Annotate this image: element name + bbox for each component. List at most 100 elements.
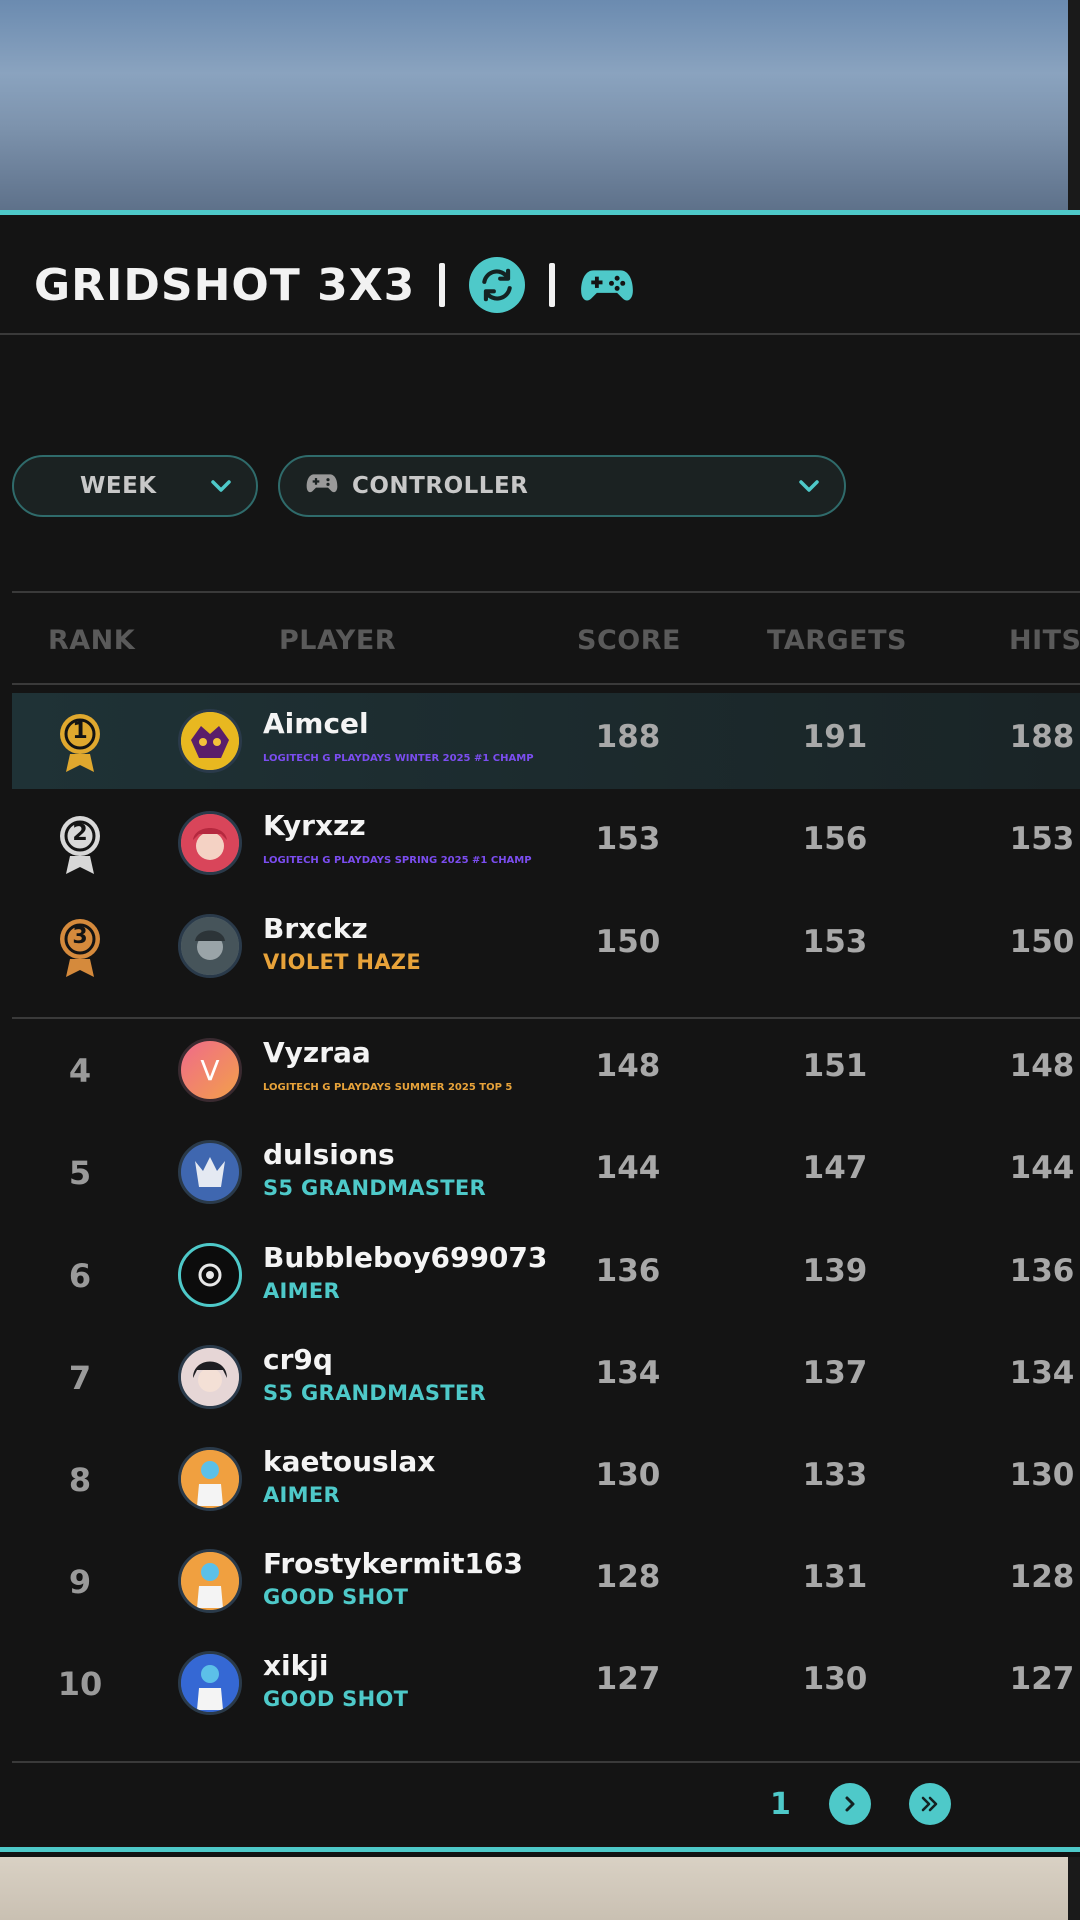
avatar[interactable]	[178, 811, 242, 875]
rank-number: 2	[72, 821, 88, 846]
hits-value: 150	[1009, 924, 1075, 960]
gamepad-icon	[306, 471, 338, 501]
targets-value: 130	[802, 1661, 868, 1697]
avatar[interactable]	[178, 1651, 242, 1715]
background-edge	[1068, 0, 1080, 210]
hits-value: 153	[1009, 821, 1075, 857]
avatar[interactable]	[178, 914, 242, 978]
player-name[interactable]: Brxckz	[263, 912, 368, 945]
bronze-medal-icon: 3	[50, 912, 110, 982]
targets-value: 147	[802, 1150, 868, 1186]
rank-number: 1	[72, 719, 88, 744]
rank-number: 10	[57, 1665, 103, 1703]
avatar[interactable]: V	[178, 1038, 242, 1102]
player-title: GOOD SHOT	[263, 1585, 409, 1609]
targets-value: 153	[802, 924, 868, 960]
current-page[interactable]: 1	[770, 1787, 791, 1822]
rank-number: 5	[68, 1154, 92, 1192]
score-value: 188	[595, 719, 661, 755]
player-name[interactable]: kaetouslax	[263, 1445, 435, 1478]
player-name[interactable]: Bubbleboy699073	[263, 1241, 547, 1274]
rank-number: 7	[68, 1359, 92, 1397]
table-row[interactable]: 7 cr9q S5 GRANDMASTER 134 137 134	[12, 1329, 1080, 1425]
table-bottom-divider	[12, 1761, 1080, 1763]
rank-number: 9	[68, 1563, 92, 1601]
hits-value: 130	[1009, 1457, 1075, 1493]
rank-number: 4	[68, 1052, 92, 1090]
score-value: 134	[595, 1355, 661, 1391]
column-header-targets: TARGETS	[767, 625, 907, 656]
gold-medal-icon: 1	[50, 707, 110, 777]
input-type-dropdown[interactable]: CONTROLLER	[278, 455, 846, 517]
last-page-button[interactable]	[908, 1783, 951, 1825]
table-header: RANK PLAYER SCORE TARGETS HITS	[0, 615, 1080, 665]
avatar[interactable]	[178, 1345, 242, 1409]
chevron-right-icon	[845, 1796, 855, 1812]
hits-value: 144	[1009, 1150, 1075, 1186]
score-value: 148	[595, 1048, 661, 1084]
avatar[interactable]	[178, 709, 242, 773]
gamepad-icon[interactable]	[579, 257, 635, 313]
avatar[interactable]	[178, 1140, 242, 1204]
title-separator	[439, 263, 446, 307]
score-value: 128	[595, 1559, 661, 1595]
rank-number: 3	[72, 924, 88, 949]
table-row[interactable]: 8 kaetouslax AIMER 130 133 130	[12, 1431, 1080, 1527]
table-row[interactable]: 1 Aimcel LOGITECH G PLAYDAYS WINTER 2025…	[12, 693, 1080, 789]
avatar[interactable]	[178, 1549, 242, 1613]
next-page-button[interactable]	[828, 1783, 871, 1825]
player-name[interactable]: Frostykermit163	[263, 1547, 523, 1580]
table-row[interactable]: 10 xikji GOOD SHOT 127 130 127	[12, 1635, 1080, 1731]
score-value: 127	[595, 1661, 661, 1697]
column-header-score: SCORE	[577, 625, 681, 656]
player-name[interactable]: Aimcel	[263, 707, 369, 740]
table-header-divider	[12, 683, 1080, 685]
title-separator	[549, 263, 556, 307]
column-header-player: PLAYER	[279, 625, 397, 656]
player-name[interactable]: Vyzraa	[263, 1036, 371, 1069]
rank-number: 8	[68, 1461, 92, 1499]
hits-value: 148	[1009, 1048, 1075, 1084]
avatar-initial-icon: V	[200, 1053, 220, 1087]
player-name[interactable]: Kyrxzz	[263, 809, 366, 842]
hits-value: 127	[1009, 1661, 1075, 1697]
player-title: AIMER	[263, 1279, 340, 1303]
period-dropdown[interactable]: WEEK	[12, 455, 258, 517]
score-value: 130	[595, 1457, 661, 1493]
player-title: LOGITECH G PLAYDAYS SUMMER 2025 TOP 5	[263, 1082, 513, 1093]
hits-value: 136	[1009, 1253, 1075, 1289]
avatar[interactable]	[178, 1243, 242, 1307]
background-image-bottom	[0, 1857, 1080, 1920]
player-name[interactable]: cr9q	[263, 1343, 333, 1376]
hits-value: 134	[1009, 1355, 1075, 1391]
column-header-hits: HITS	[1009, 625, 1080, 656]
table-row[interactable]: 6 Bubbleboy699073 AIMER 136 139 136	[12, 1227, 1080, 1323]
refresh-icon[interactable]	[469, 257, 526, 313]
period-dropdown-label: WEEK	[80, 473, 157, 499]
chevron-down-icon	[210, 473, 232, 499]
score-value: 150	[595, 924, 661, 960]
leaderboard-header: GRIDSHOT 3X3	[34, 245, 635, 325]
avatar[interactable]	[178, 1447, 242, 1511]
player-name[interactable]: dulsions	[263, 1138, 395, 1171]
table-row[interactable]: 4 V Vyzraa LOGITECH G PLAYDAYS SUMMER 20…	[12, 1022, 1080, 1118]
targets-value: 131	[802, 1559, 868, 1595]
filter-bar: WEEK CONTROLLER	[12, 455, 846, 517]
table-divider	[12, 591, 1080, 593]
header-divider	[0, 333, 1080, 335]
chevron-down-icon	[798, 473, 820, 499]
rank-number: 6	[68, 1257, 92, 1295]
table-row[interactable]: 5 dulsions S5 GRANDMASTER 144 147 144	[12, 1124, 1080, 1220]
podium-divider	[12, 1017, 1080, 1019]
targets-value: 156	[802, 821, 868, 857]
targets-value: 137	[802, 1355, 868, 1391]
table-row[interactable]: 3 Brxckz VIOLET HAZE 150 153 150	[12, 898, 1080, 994]
table-row[interactable]: 2 Kyrxzz LOGITECH G PLAYDAYS SPRING 2025…	[12, 795, 1080, 891]
table-row[interactable]: 9 Frostykermit163 GOOD SHOT 128 131 128	[12, 1533, 1080, 1629]
leaderboard-panel: GRIDSHOT 3X3 WEEK CONTROLLER RANK PLAYER…	[0, 210, 1080, 1852]
double-chevron-right-icon	[921, 1796, 938, 1812]
hits-value: 128	[1009, 1559, 1075, 1595]
player-title: LOGITECH G PLAYDAYS WINTER 2025 #1 CHAMP	[263, 753, 534, 764]
player-name[interactable]: xikji	[263, 1649, 328, 1682]
score-value: 144	[595, 1150, 661, 1186]
